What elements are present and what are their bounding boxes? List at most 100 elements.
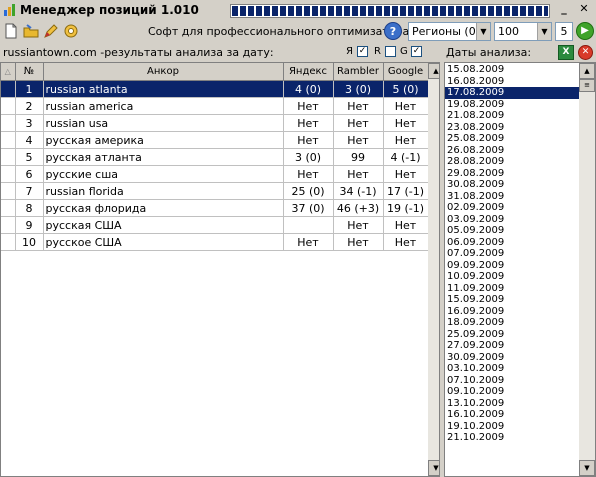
yandex-checkbox[interactable]: ✓ bbox=[357, 46, 368, 57]
date-item[interactable]: 21.10.2009 bbox=[445, 432, 579, 444]
date-item[interactable]: 25.09.2009 bbox=[445, 329, 579, 341]
date-item[interactable]: 16.10.2009 bbox=[445, 409, 579, 421]
depth-dropdown[interactable]: 100 ▼ bbox=[494, 22, 552, 41]
table-row[interactable]: 8 русская флорида 37 (0) 46 (+3) 19 (-1) bbox=[1, 199, 429, 217]
google-cell: 17 (-1) bbox=[383, 182, 429, 200]
close-button[interactable]: ✕ bbox=[576, 2, 592, 16]
date-item[interactable]: 30.09.2009 bbox=[445, 352, 579, 364]
date-item[interactable]: 03.10.2009 bbox=[445, 363, 579, 375]
date-item[interactable]: 23.08.2009 bbox=[445, 122, 579, 134]
date-item[interactable]: 06.09.2009 bbox=[445, 237, 579, 249]
date-item[interactable]: 02.09.2009 bbox=[445, 202, 579, 214]
table-row[interactable]: 2 russian america Нет Нет Нет bbox=[1, 97, 429, 115]
date-item[interactable]: 19.10.2009 bbox=[445, 421, 579, 433]
row-number: 1 bbox=[15, 80, 44, 98]
chevron-down-icon[interactable]: ▼ bbox=[537, 23, 551, 40]
minimize-button[interactable]: _ bbox=[556, 2, 572, 16]
title-bar: Менеджер позиций 1.010 _ ✕ bbox=[0, 0, 596, 20]
dates-list[interactable]: 15.08.2009 16.08.2009 17.08.2009 19.08.2009… bbox=[444, 62, 596, 477]
table-row[interactable]: 1 russian atlanta 4 (0) 3 (0) 5 (0) bbox=[1, 80, 429, 98]
anchor-cell: russian florida bbox=[43, 182, 284, 200]
scroll-down-icon[interactable]: ▼ bbox=[579, 460, 595, 476]
table-row[interactable]: 3 russian usa Нет Нет Нет bbox=[1, 114, 429, 132]
sort-indicator-icon[interactable]: △ bbox=[1, 63, 16, 81]
rambler-cell: 46 (+3) bbox=[333, 199, 384, 217]
dates-scrollbar[interactable]: ▲ ≡ ▼ bbox=[579, 63, 595, 476]
date-item[interactable]: 17.08.2009 bbox=[445, 87, 579, 99]
scroll-up-icon[interactable]: ▲ bbox=[579, 63, 595, 79]
date-item[interactable]: 09.09.2009 bbox=[445, 260, 579, 272]
table-row[interactable]: 6 русские сша Нет Нет Нет bbox=[1, 165, 429, 183]
date-item[interactable]: 09.10.2009 bbox=[445, 386, 579, 398]
row-number: 4 bbox=[15, 131, 44, 149]
date-item[interactable]: 03.09.2009 bbox=[445, 214, 579, 226]
row-number: 5 bbox=[15, 148, 44, 166]
date-item[interactable]: 29.08.2009 bbox=[445, 168, 579, 180]
regions-dropdown[interactable]: Регионы (0) ▼ bbox=[408, 22, 491, 41]
date-item[interactable]: 27.09.2009 bbox=[445, 340, 579, 352]
column-header-anchor[interactable]: Анкор bbox=[43, 63, 284, 81]
date-item[interactable]: 28.08.2009 bbox=[445, 156, 579, 168]
table-row[interactable]: 5 русская атланта 3 (0) 99 4 (-1) bbox=[1, 148, 429, 166]
table-row[interactable]: 7 russian florida 25 (0) 34 (-1) 17 (-1) bbox=[1, 182, 429, 200]
google-checkbox[interactable]: ✓ bbox=[411, 46, 422, 57]
date-item[interactable]: 30.08.2009 bbox=[445, 179, 579, 191]
threads-field[interactable]: 5 bbox=[555, 22, 573, 41]
row-number: 7 bbox=[15, 182, 44, 200]
table-row[interactable]: 4 русская америка Нет Нет Нет bbox=[1, 131, 429, 149]
date-item[interactable]: 31.08.2009 bbox=[445, 191, 579, 203]
date-item[interactable]: 07.10.2009 bbox=[445, 375, 579, 387]
column-header-google[interactable]: Google bbox=[383, 63, 429, 81]
anchor-cell: русское США bbox=[43, 233, 284, 251]
yandex-cell: 25 (0) bbox=[283, 182, 334, 200]
rambler-label: R bbox=[374, 46, 381, 57]
row-marker bbox=[1, 148, 16, 166]
date-item[interactable]: 21.08.2009 bbox=[445, 110, 579, 122]
date-item[interactable]: 16.08.2009 bbox=[445, 76, 579, 88]
table-row[interactable]: 9 русская США Нет Нет bbox=[1, 216, 429, 234]
app-icon bbox=[4, 4, 15, 16]
date-item[interactable]: 11.09.2009 bbox=[445, 283, 579, 295]
new-file-icon[interactable] bbox=[2, 22, 20, 40]
table-row[interactable]: 10 русское США Нет Нет Нет bbox=[1, 233, 429, 251]
date-item[interactable]: 07.09.2009 bbox=[445, 248, 579, 260]
date-item[interactable]: 05.09.2009 bbox=[445, 225, 579, 237]
date-item[interactable]: 15.08.2009 bbox=[445, 64, 579, 76]
column-header-number[interactable]: № bbox=[15, 63, 44, 81]
delete-icon[interactable]: ✕ bbox=[578, 45, 593, 60]
excel-export-icon[interactable]: X bbox=[558, 45, 574, 60]
yandex-cell: Нет bbox=[283, 97, 334, 115]
yandex-cell: 4 (0) bbox=[283, 80, 334, 98]
yandex-cell: Нет bbox=[283, 131, 334, 149]
start-button[interactable]: ▶ bbox=[576, 22, 594, 40]
date-item[interactable]: 25.08.2009 bbox=[445, 133, 579, 145]
google-cell: Нет bbox=[383, 165, 429, 183]
date-item[interactable]: 19.08.2009 bbox=[445, 99, 579, 111]
table-header-row: △ № Анкор Яндекс Rambler Google bbox=[1, 63, 429, 81]
edit-pencil-icon[interactable] bbox=[42, 22, 60, 40]
chevron-down-icon[interactable]: ▼ bbox=[476, 23, 490, 40]
open-project-icon[interactable] bbox=[22, 22, 40, 40]
row-number: 3 bbox=[15, 114, 44, 132]
date-item[interactable]: 18.09.2009 bbox=[445, 317, 579, 329]
google-cell: 19 (-1) bbox=[383, 199, 429, 217]
rambler-cell: 99 bbox=[333, 148, 384, 166]
date-item[interactable]: 13.10.2009 bbox=[445, 398, 579, 410]
grid-scrollbar[interactable]: ▲ ▼ bbox=[428, 63, 439, 476]
scroll-down-icon[interactable]: ▼ bbox=[428, 460, 439, 476]
date-item[interactable]: 15.09.2009 bbox=[445, 294, 579, 306]
column-header-yandex[interactable]: Яндекс bbox=[283, 63, 334, 81]
help-button[interactable]: ? bbox=[384, 22, 402, 40]
date-item[interactable]: 26.08.2009 bbox=[445, 145, 579, 157]
row-number: 9 bbox=[15, 216, 44, 234]
date-item[interactable]: 16.09.2009 bbox=[445, 306, 579, 318]
column-header-rambler[interactable]: Rambler bbox=[333, 63, 384, 81]
scroll-thumb[interactable]: ≡ bbox=[579, 79, 595, 92]
yandex-label: Я bbox=[346, 46, 353, 57]
rambler-checkbox[interactable] bbox=[385, 46, 396, 57]
scroll-up-icon[interactable]: ▲ bbox=[428, 63, 439, 79]
settings-gear-icon[interactable] bbox=[62, 22, 80, 40]
results-grid: △ № Анкор Яндекс Rambler Google 1 russian… bbox=[0, 62, 440, 477]
progress-fill bbox=[232, 6, 548, 16]
date-item[interactable]: 10.09.2009 bbox=[445, 271, 579, 283]
